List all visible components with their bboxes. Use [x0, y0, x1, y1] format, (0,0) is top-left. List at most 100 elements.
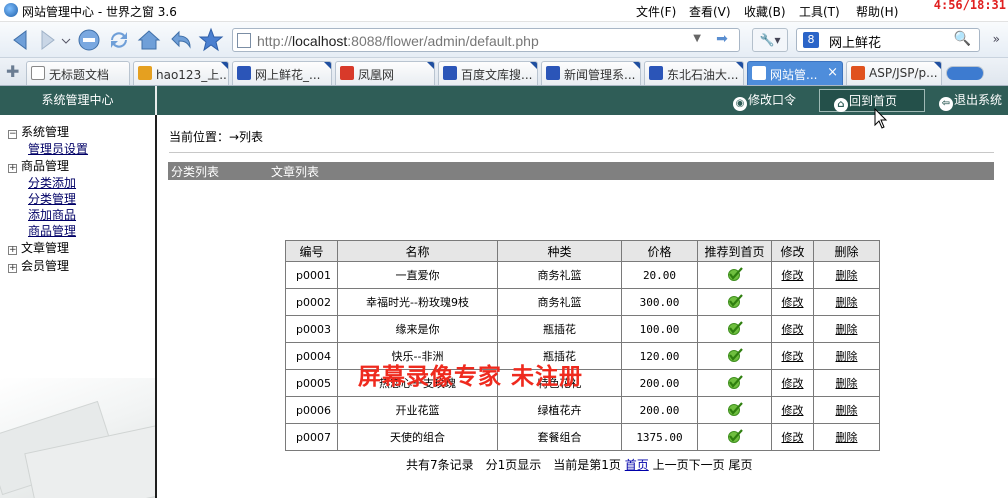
expand-icon[interactable]: +	[8, 264, 17, 273]
sidebar-item-add-category[interactable]: 分类添加	[28, 175, 88, 191]
check-icon[interactable]	[727, 374, 743, 389]
menu-tools[interactable]: 工具(T)	[799, 3, 840, 20]
back-button[interactable]	[8, 27, 34, 53]
cell-edit[interactable]: 修改	[771, 342, 814, 370]
tree-group-products[interactable]: + 商品管理	[8, 157, 88, 175]
tree-group-members[interactable]: + 会员管理	[8, 257, 88, 275]
edit-link[interactable]: 修改	[782, 431, 804, 444]
cell-edit[interactable]: 修改	[771, 369, 814, 397]
search-engine-icon[interactable]: 8	[803, 32, 819, 48]
collapse-icon[interactable]: −	[8, 130, 17, 139]
cell-edit[interactable]: 修改	[771, 315, 814, 343]
delete-link[interactable]: 删除	[836, 431, 858, 444]
tab-list-toggle[interactable]	[946, 66, 984, 80]
tab-baidu-wenku[interactable]: 百度文库搜...	[438, 61, 538, 85]
cell-edit[interactable]: 修改	[771, 288, 814, 316]
go-arrow-icon[interactable]: ➡	[711, 31, 733, 49]
tab-admin-center[interactable]: 网站管... ×	[747, 61, 843, 85]
edit-link[interactable]: 修改	[782, 323, 804, 336]
tab-asp-jsp[interactable]: ASP/JSP/p...	[846, 61, 942, 85]
back-home-button[interactable]: ⌂ 回到首页	[819, 89, 925, 112]
undo-close-button[interactable]	[168, 27, 194, 53]
new-tab-icon[interactable]: ✚	[6, 62, 19, 81]
tree-group-system[interactable]: − 系统管理	[8, 123, 88, 141]
search-input[interactable]: 网上鲜花	[829, 32, 881, 51]
toolbar-overflow-icon[interactable]: »	[993, 32, 1000, 46]
cell-delete[interactable]: 删除	[813, 342, 880, 370]
home-button[interactable]	[136, 27, 162, 53]
check-icon[interactable]	[727, 401, 743, 416]
cell-edit[interactable]: 修改	[771, 396, 814, 424]
menu-view[interactable]: 查看(V)	[689, 3, 731, 20]
cell-delete[interactable]: 删除	[813, 369, 880, 397]
menu-help[interactable]: 帮助(H)	[856, 3, 898, 20]
menu-favorites[interactable]: 收藏(B)	[744, 3, 786, 20]
tab-hao123[interactable]: hao123_上...	[133, 61, 229, 85]
tab-category-list[interactable]: 分类列表	[171, 163, 219, 180]
tab-news-admin[interactable]: 新闻管理系...	[541, 61, 641, 85]
favorites-star-button[interactable]	[198, 27, 224, 53]
edit-link[interactable]: 修改	[782, 269, 804, 282]
sidebar-item-add-product[interactable]: 添加商品	[28, 207, 88, 223]
expand-icon[interactable]: +	[8, 246, 17, 255]
cell-recommend[interactable]	[697, 342, 772, 370]
cell-recommend[interactable]	[697, 396, 772, 424]
sidebar-item-manage-category[interactable]: 分类管理	[28, 191, 88, 207]
home-icon	[137, 30, 161, 50]
search-icon[interactable]: 🔍	[954, 31, 971, 47]
expand-icon[interactable]: +	[8, 164, 17, 173]
check-icon[interactable]	[727, 266, 743, 281]
cell-delete[interactable]: 删除	[813, 423, 880, 451]
undo-arrow-icon	[171, 30, 191, 49]
delete-link[interactable]: 删除	[836, 323, 858, 336]
url-dropdown-icon[interactable]: ▼	[693, 33, 701, 44]
tab-nepu[interactable]: 东北石油大...	[644, 61, 744, 85]
address-bar[interactable]: http://localhost:8088/flower/admin/defau…	[232, 28, 740, 52]
search-box[interactable]: 8 网上鲜花 🔍	[796, 28, 980, 52]
cell-recommend[interactable]	[697, 261, 772, 289]
cell-delete[interactable]: 删除	[813, 261, 880, 289]
logout-button[interactable]: ⇦ 退出系统	[939, 89, 1002, 112]
tab-article-list[interactable]: 文章列表	[271, 163, 319, 180]
cell-delete[interactable]: 删除	[813, 315, 880, 343]
cell-recommend[interactable]	[697, 315, 772, 343]
edit-link[interactable]: 修改	[782, 296, 804, 309]
delete-link[interactable]: 删除	[836, 404, 858, 417]
cell-recommend[interactable]	[697, 369, 772, 397]
cell-recommend[interactable]	[697, 423, 772, 451]
tab-ifeng[interactable]: 凤凰网	[335, 61, 435, 85]
cell-edit[interactable]: 修改	[771, 261, 814, 289]
cell-name: 幸福时光--粉玫瑰9枝	[337, 288, 498, 316]
url-text[interactable]: http://localhost:8088/flower/admin/defau…	[257, 33, 539, 49]
pager-first-link[interactable]: 首页	[625, 458, 649, 472]
check-icon[interactable]	[727, 293, 743, 308]
edit-link[interactable]: 修改	[782, 377, 804, 390]
refresh-button[interactable]	[106, 27, 132, 53]
delete-link[interactable]: 删除	[836, 296, 858, 309]
tree-group-articles[interactable]: + 文章管理	[8, 239, 88, 257]
check-icon[interactable]	[727, 320, 743, 335]
delete-link[interactable]: 删除	[836, 350, 858, 363]
history-dropdown[interactable]	[60, 27, 72, 53]
check-icon[interactable]	[727, 347, 743, 362]
stop-button[interactable]	[76, 27, 102, 53]
tools-menu-button[interactable]: 🔧▾	[752, 28, 788, 52]
cell-recommend[interactable]	[697, 288, 772, 316]
forward-button[interactable]	[34, 27, 60, 53]
edit-link[interactable]: 修改	[782, 404, 804, 417]
change-password-button[interactable]: ◉ 修改口令	[733, 89, 796, 112]
close-tab-icon[interactable]: ×	[827, 65, 838, 80]
tab-untitled[interactable]: 无标题文档	[26, 61, 130, 85]
edit-link[interactable]: 修改	[782, 350, 804, 363]
tab-flower-site[interactable]: 网上鲜花_...	[232, 61, 332, 85]
cell-delete[interactable]: 删除	[813, 396, 880, 424]
delete-link[interactable]: 删除	[836, 377, 858, 390]
cell-edit[interactable]: 修改	[771, 423, 814, 451]
delete-link[interactable]: 删除	[836, 269, 858, 282]
sidebar-item-manage-product[interactable]: 商品管理	[28, 223, 88, 239]
check-icon[interactable]	[727, 428, 743, 443]
table-row: p0001 一直爱你 商务礼篮 20.00 修改 删除	[285, 261, 880, 289]
sidebar-item-admin-settings[interactable]: 管理员设置	[28, 141, 88, 157]
cell-delete[interactable]: 删除	[813, 288, 880, 316]
menu-file[interactable]: 文件(F)	[636, 3, 676, 20]
